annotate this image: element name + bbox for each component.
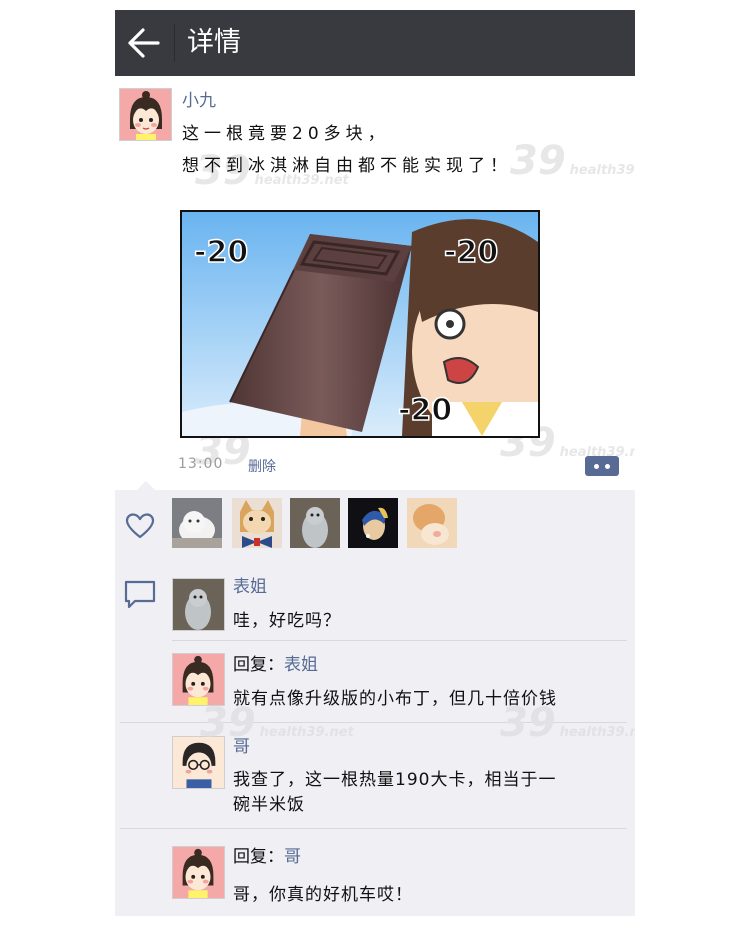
comment-author[interactable]: 回复：表姐 [233, 654, 318, 676]
delete-link[interactable]: 删除 [248, 456, 276, 476]
comment-text: 我查了，这一根热量190大卡，相当于一 [233, 770, 557, 790]
commenter-avatar[interactable] [172, 653, 225, 706]
cat-bowtie-avatar-image [232, 498, 282, 548]
price-label: -20 [444, 235, 498, 270]
liker-avatar[interactable] [232, 498, 282, 548]
comment-divider [172, 640, 627, 641]
liker-avatar[interactable] [172, 498, 222, 548]
post-image[interactable]: -20 -20 -20 [180, 210, 540, 438]
girl-avatar-image [120, 89, 171, 140]
comment-divider [120, 828, 627, 829]
comment-author[interactable]: 回复：哥 [233, 846, 301, 868]
commenter-avatar[interactable] [172, 846, 225, 899]
heart-icon [125, 513, 155, 539]
moment-detail-screen: 详情 39health39.net 39health39.net 39 39he… [115, 10, 635, 916]
post-timestamp: 13:00 [178, 456, 224, 472]
panel-notch [137, 481, 155, 490]
seal-avatar-image [173, 579, 224, 630]
price-label: -20 [194, 235, 248, 270]
girl-avatar-image [173, 847, 224, 898]
comment-text: 就有点像升级版的小布丁，但几十倍价钱 [233, 689, 557, 709]
white-cat-avatar-image [172, 498, 222, 548]
boy-glasses-avatar-image [173, 737, 224, 788]
author-avatar[interactable] [119, 88, 172, 141]
reply-target[interactable]: 哥 [284, 847, 301, 867]
interaction-panel: 表姐 哇，好吃吗？ 回复：表姐 就有点像升级版的小布丁，但几十倍价钱 哥 我查了… [115, 481, 635, 916]
commenter-avatar[interactable] [172, 736, 225, 789]
reply-prefix: 回复： [233, 655, 284, 675]
comment-text: 哥，你真的好机车哎！ [233, 885, 413, 905]
comment-author[interactable]: 表姐 [233, 576, 267, 598]
arrow-left-icon [128, 28, 160, 58]
girl-avatar-image [173, 654, 224, 705]
reply-target[interactable]: 表姐 [284, 655, 318, 675]
post-text: 这一根竟要20多块， 想不到冰淇淋自由都不能实现了！ [182, 118, 622, 182]
pearl-earring-avatar-image [348, 498, 398, 548]
comment-text: 碗半米饭 [233, 795, 305, 815]
comment-divider [120, 722, 627, 723]
comment-author[interactable]: 哥 [233, 736, 250, 758]
dot-icon [605, 464, 610, 469]
dot-icon [594, 464, 599, 469]
top-bar: 详情 [115, 10, 635, 76]
comment-more-button[interactable] [585, 456, 619, 476]
post-text-line: 想不到冰淇淋自由都不能实现了！ [182, 156, 512, 176]
price-label: -20 [398, 393, 452, 428]
ice-cream-comic-image: -20 -20 -20 [182, 212, 538, 436]
commenter-avatar[interactable] [172, 578, 225, 631]
page-title: 详情 [187, 27, 241, 58]
cat-paw-avatar-image [407, 498, 457, 548]
seal-avatar-image [290, 498, 340, 548]
liker-avatar[interactable] [348, 498, 398, 548]
post-text-line: 这一根竟要20多块， [182, 124, 390, 144]
back-button[interactable] [115, 10, 173, 76]
author-name[interactable]: 小九 [182, 90, 216, 112]
liker-avatar[interactable] [407, 498, 457, 548]
reply-prefix: 回复： [233, 847, 284, 867]
liker-avatar[interactable] [290, 498, 340, 548]
comment-text: 哇，好吃吗？ [233, 611, 341, 631]
comment-icon [124, 580, 156, 609]
title-divider [174, 24, 175, 62]
